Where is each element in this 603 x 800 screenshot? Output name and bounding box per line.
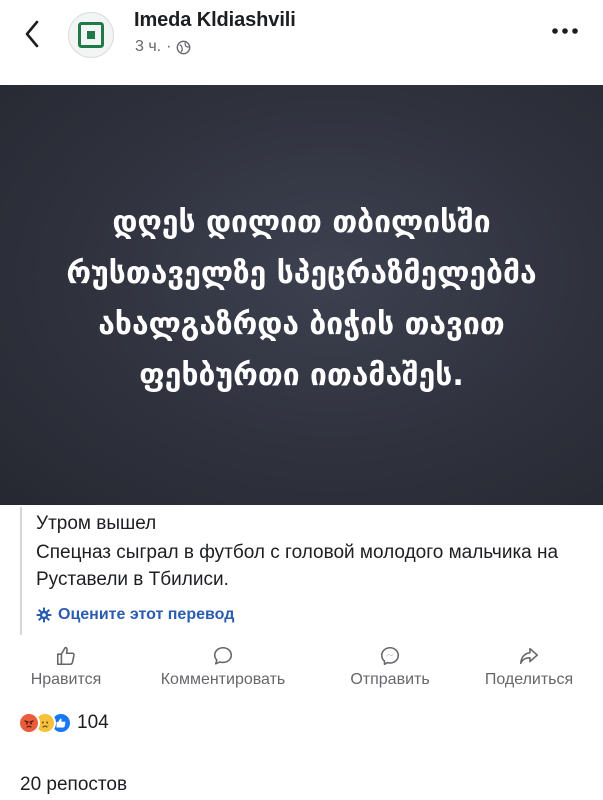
globe-icon	[177, 40, 191, 54]
reposts-count[interactable]: 20 репостов	[20, 774, 127, 796]
reactions-count: 104	[77, 712, 109, 733]
post-image[interactable]: დღეს დილით თბილისში რუსთაველზე სპეცრაზმე…	[0, 85, 603, 505]
angry-reaction-icon	[18, 712, 40, 734]
post-header: Imeda Kldiashvili 3 ч. ·	[0, 0, 603, 85]
rate-translation-link[interactable]: Оцените этот перевод	[36, 606, 580, 624]
rate-translation-label: Оцените этот перевод	[58, 606, 235, 623]
author-name[interactable]: Imeda Kldiashvili	[134, 9, 296, 32]
comment-button[interactable]: Комментировать	[138, 645, 308, 689]
share-label: Поделиться	[484, 671, 574, 688]
translation-block: Утром вышел Спецназ сыграл в футбол с го…	[20, 507, 580, 635]
gear-icon	[36, 607, 52, 623]
post-actions: Нравится Комментировать Отправить Подели…	[0, 645, 603, 695]
send-button[interactable]: Отправить	[336, 645, 444, 689]
share-button[interactable]: Поделиться	[468, 645, 590, 689]
comment-icon	[213, 646, 233, 665]
author-avatar[interactable]	[68, 12, 114, 58]
translation-body: Спецназ сыграл в футбол с головой молодо…	[36, 542, 559, 590]
post-time[interactable]: 3 ч.	[135, 38, 161, 56]
meta-separator: ·	[166, 38, 172, 55]
like-label: Нравится	[30, 671, 102, 688]
send-label: Отправить	[350, 671, 430, 688]
messenger-icon	[380, 646, 400, 666]
more-options-button[interactable]	[547, 18, 583, 44]
share-icon	[519, 647, 539, 665]
page-logo-icon	[78, 22, 104, 48]
like-icon	[56, 646, 75, 666]
post-meta: 3 ч. ·	[135, 38, 191, 56]
back-button[interactable]	[14, 14, 50, 54]
like-button[interactable]: Нравится	[18, 645, 114, 689]
reactions-summary[interactable]: 104	[18, 712, 109, 734]
translation-title: Утром вышел	[36, 513, 157, 534]
chevron-left-icon	[25, 20, 39, 48]
post-image-text: დღეს დილით თბილისში რუსთაველზე სპეცრაზმე…	[66, 205, 537, 393]
more-dots-icon	[552, 28, 578, 34]
comment-label: Комментировать	[160, 671, 286, 688]
